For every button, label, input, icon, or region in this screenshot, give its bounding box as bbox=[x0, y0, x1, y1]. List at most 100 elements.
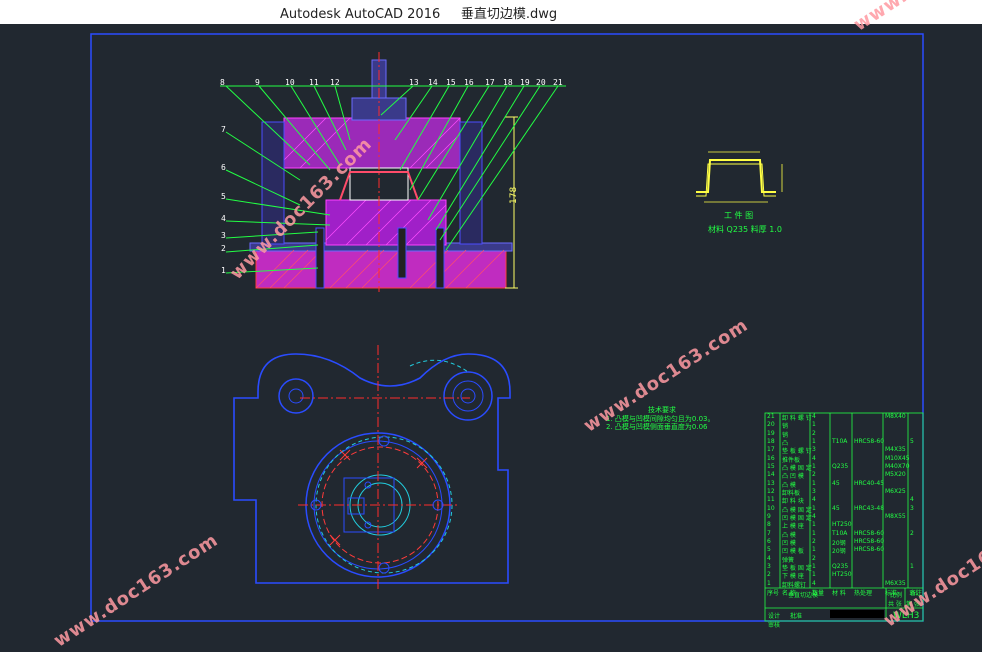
height-dimension: 178 bbox=[509, 187, 519, 204]
window-title: Autodesk AutoCAD 2016 垂直切边模.dwg bbox=[280, 7, 558, 22]
leader-5: 5 bbox=[221, 192, 226, 201]
leader-6: 6 bbox=[221, 163, 226, 172]
section-view: 1 7 8 bbox=[220, 52, 566, 292]
bom-cell: 19 bbox=[767, 429, 775, 437]
bom-cell: T10A bbox=[832, 529, 848, 537]
bom-cell: 2 bbox=[812, 554, 816, 562]
bom-cell: M6X25 bbox=[885, 487, 906, 495]
bom-cell: 1 bbox=[767, 579, 771, 587]
designer-label: 设计 bbox=[768, 613, 781, 620]
checker-label: 审核 bbox=[768, 622, 781, 629]
bom-cell: 1 bbox=[812, 562, 816, 570]
leader-11: 11 bbox=[309, 78, 319, 87]
bom-cell: 4 bbox=[812, 579, 816, 587]
bom-cell: 1 bbox=[812, 529, 816, 537]
notes-line-2: 2. 凸模与凹模侧面垂直度为0.06 bbox=[606, 423, 708, 431]
leader-10: 10 bbox=[285, 78, 295, 87]
bom-cell: 2 bbox=[812, 471, 816, 479]
workpiece-detail bbox=[696, 151, 783, 203]
leader-8: 8 bbox=[220, 78, 225, 87]
leader-14: 14 bbox=[428, 78, 438, 87]
bom-cell: 10 bbox=[767, 504, 775, 512]
bom-cell: 45 bbox=[832, 504, 840, 512]
leader-2: 2 bbox=[221, 244, 226, 253]
bom-header-cell: 热处理 bbox=[854, 589, 873, 597]
leader-1: 1 bbox=[221, 266, 226, 275]
bom-cell: 11 bbox=[767, 496, 775, 504]
leader-20: 20 bbox=[536, 78, 546, 87]
bom-cell: M6X35 bbox=[885, 579, 906, 587]
bom-cell: HT250 bbox=[832, 521, 852, 529]
bom-cell: HRC58-60 bbox=[854, 529, 885, 537]
bom-cell: 4 bbox=[812, 512, 816, 520]
bom-cell: 7 bbox=[767, 529, 771, 537]
leader-3: 3 bbox=[221, 231, 226, 240]
bom-cell: 3 bbox=[812, 487, 816, 495]
bom-cell: 1 bbox=[812, 421, 816, 429]
bom-cell: 5 bbox=[767, 546, 771, 554]
bom-title: 垂直切边模 bbox=[788, 592, 819, 599]
leader-12: 12 bbox=[330, 78, 340, 87]
leader-15: 15 bbox=[446, 78, 456, 87]
bom-cell: M5X20 bbox=[885, 471, 906, 479]
bom-cell: 9 bbox=[767, 512, 771, 520]
bom-cell: 1 bbox=[812, 521, 816, 529]
bom-cell: 2 bbox=[812, 429, 816, 437]
bom-cell: HRC58-60 bbox=[854, 537, 885, 545]
drawing-block bbox=[830, 610, 884, 618]
reviewer-label: 批准 bbox=[790, 613, 803, 620]
leader-7: 7 bbox=[221, 125, 226, 134]
bom-cell: 4 bbox=[812, 496, 816, 504]
bom-cell: 2 bbox=[910, 529, 914, 537]
bom-header-cell: 序号 bbox=[767, 589, 780, 597]
bom-cell: M8X55 bbox=[885, 512, 906, 520]
leader-21: 21 bbox=[553, 78, 563, 87]
workpiece-caption: 工 件 图 bbox=[724, 211, 754, 220]
bom-cell: M4X35 bbox=[885, 446, 906, 454]
bom-cell: 1 bbox=[812, 571, 816, 579]
bom-cell: 4 bbox=[910, 496, 914, 504]
bom-cell: 21 bbox=[767, 413, 775, 420]
bom-cell: 16 bbox=[767, 454, 775, 462]
bom-cell: 5 bbox=[910, 437, 914, 445]
bom-cell: 1 bbox=[812, 437, 816, 445]
bom-cell: 8 bbox=[767, 521, 771, 529]
leader-13: 13 bbox=[409, 78, 419, 87]
bom-cell: 4 bbox=[767, 554, 771, 562]
drawing-canvas[interactable]: 178 8 9 10 11 12 13 14 15 16 17 18 19 20… bbox=[0, 0, 982, 652]
bom-cell: 1 bbox=[812, 504, 816, 512]
bom-cell: 4 bbox=[812, 413, 816, 420]
bom-cell: Q235 bbox=[832, 462, 849, 470]
bom-cell: 18 bbox=[767, 437, 775, 445]
bom-cell: 13 bbox=[767, 479, 775, 487]
leader-4: 4 bbox=[221, 214, 226, 223]
bom-cell: 20钢 bbox=[832, 548, 846, 556]
bom-cell: HRC58-60 bbox=[854, 546, 885, 554]
leader-18: 18 bbox=[503, 78, 513, 87]
drawing-border bbox=[90, 33, 924, 622]
bom-cell: 20 bbox=[767, 421, 775, 429]
bom-cell: T10A bbox=[832, 437, 848, 445]
leader-9: 9 bbox=[255, 78, 260, 87]
bom-cell: M10X45 bbox=[885, 454, 910, 462]
bom-cell: HRC58-60 bbox=[854, 437, 885, 445]
leader-19: 19 bbox=[520, 78, 530, 87]
bom-cell: 2 bbox=[767, 571, 771, 579]
bom-cell: HRC40-45 bbox=[854, 479, 885, 487]
bom-cell: 1 bbox=[812, 479, 816, 487]
bom-cell: 14 bbox=[767, 471, 775, 479]
bom-cell: 3 bbox=[767, 562, 771, 570]
bom-cell: HRC43-48 bbox=[854, 504, 885, 512]
bom-cell: 6 bbox=[767, 537, 771, 545]
bom-cell: 15 bbox=[767, 462, 775, 470]
bom-cell: 3 bbox=[812, 446, 816, 454]
workpiece-material: 材料 Q235 料厚 1.0 bbox=[708, 225, 782, 234]
bom-cell: Q235 bbox=[832, 562, 849, 570]
bom-cell: 2 bbox=[812, 537, 816, 545]
bom-cell: 12 bbox=[767, 487, 775, 495]
bom-cell: 17 bbox=[767, 446, 775, 454]
scale-label: 比例 bbox=[890, 592, 903, 599]
plan-view bbox=[233, 345, 511, 590]
bom-cell: 3 bbox=[910, 504, 914, 512]
bom-cell: 4 bbox=[812, 454, 816, 462]
